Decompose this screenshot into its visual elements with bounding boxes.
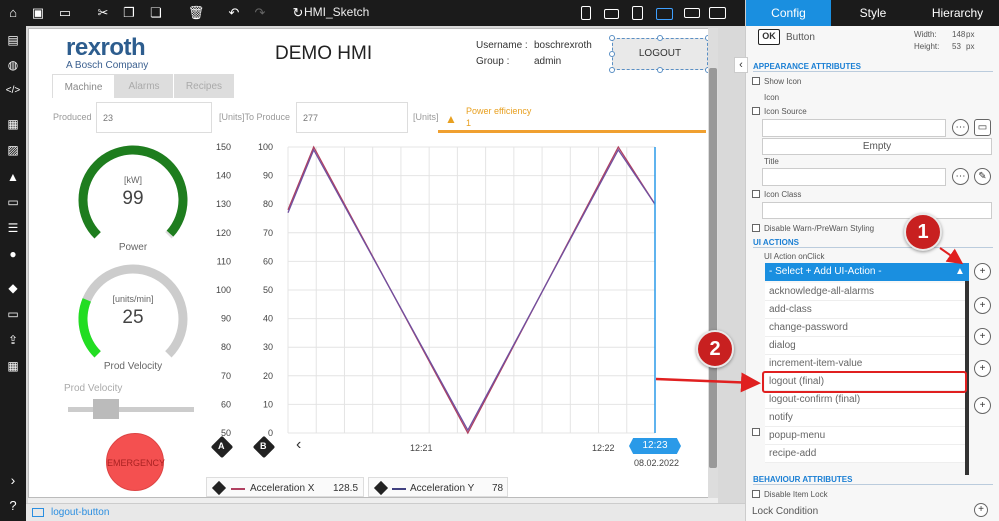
arrow-1 bbox=[939, 247, 964, 265]
annotation-badge-1: 1 bbox=[904, 213, 942, 251]
arrow-2 bbox=[655, 372, 761, 393]
annotation-arrows bbox=[655, 247, 964, 393]
annotation-badge-2: 2 bbox=[696, 330, 734, 368]
